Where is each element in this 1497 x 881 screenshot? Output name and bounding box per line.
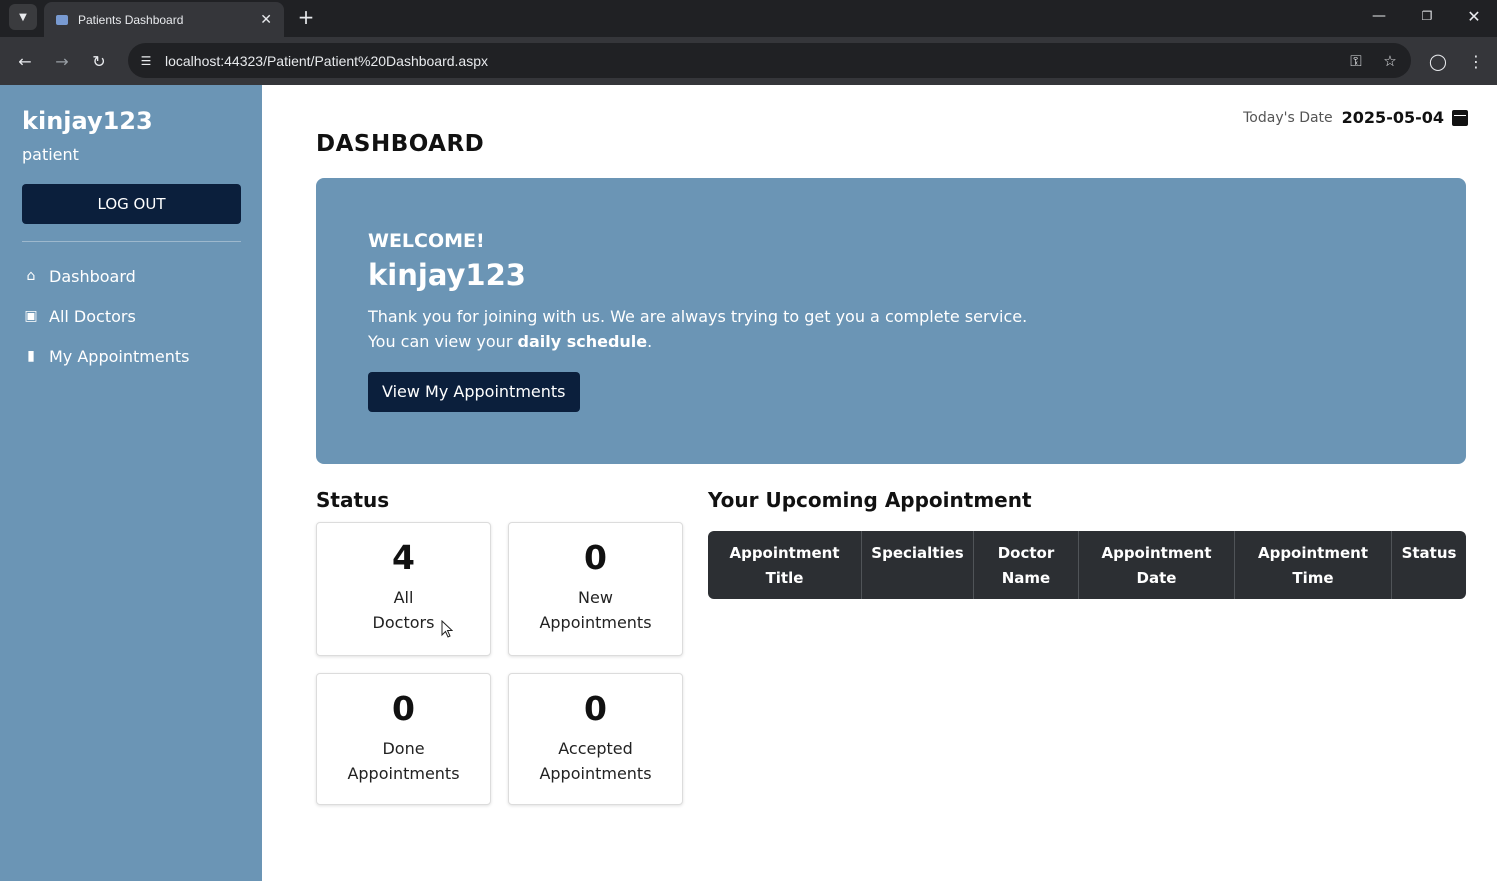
todays-date: Today's Date 2025-05-04: [1243, 108, 1468, 127]
sidebar-item-my-appointments[interactable]: ▮ My Appointments: [22, 336, 240, 376]
status-card-value: 0: [584, 689, 607, 728]
bookmark-icon: ▮: [27, 348, 35, 364]
sidebar-nav: ⌂ Dashboard ▣ All Doctors ▮ My Appointme…: [22, 256, 240, 376]
welcome-line-1: Thank you for joining with us. We are al…: [368, 307, 1028, 326]
sidebar-item-all-doctors[interactable]: ▣ All Doctors: [22, 296, 240, 336]
status-card-label: All Doctors: [372, 588, 435, 632]
kebab-menu-icon[interactable]: ⋮: [1463, 48, 1489, 74]
date-label: Today's Date: [1243, 109, 1333, 126]
status-card-accepted-appointments[interactable]: 0 Accepted Appointments: [508, 673, 683, 805]
window-close-icon[interactable]: ✕: [1456, 4, 1492, 28]
sidebar-username: kinjay123: [22, 107, 153, 135]
welcome-line-2: You can view your daily schedule.: [368, 329, 1414, 354]
star-icon[interactable]: ☆: [1377, 48, 1403, 74]
status-card-value: 4: [392, 538, 415, 577]
main-content: Today's Date 2025-05-04 DASHBOARD WELCOM…: [262, 85, 1497, 881]
calendar-icon: [1452, 109, 1468, 126]
sidebar: kinjay123 patient LOG OUT ⌂ Dashboard ▣ …: [0, 85, 262, 881]
plus-icon[interactable]: +: [296, 4, 316, 30]
sidebar-item-label: Dashboard: [49, 266, 136, 286]
sidebar-divider: [22, 241, 241, 242]
welcome-label: WELCOME!: [368, 230, 485, 252]
status-card-done-appointments[interactable]: 0 Done Appointments: [316, 673, 491, 805]
sidebar-item-dashboard[interactable]: ⌂ Dashboard: [22, 256, 240, 296]
column-header: Appointment Date: [1079, 531, 1235, 599]
briefcase-icon: ▣: [24, 308, 38, 324]
status-card-value: 0: [584, 538, 607, 577]
column-header: Appointment Time: [1235, 531, 1392, 599]
tab-title: Patients Dashboard: [78, 12, 184, 27]
minimize-icon[interactable]: —: [1361, 4, 1397, 28]
sidebar-item-label: My Appointments: [49, 346, 190, 366]
chevron-down-icon[interactable]: ▼: [9, 4, 37, 30]
status-title: Status: [316, 488, 390, 512]
mouse-cursor-icon: [441, 620, 453, 638]
upcoming-title: Your Upcoming Appointment: [708, 488, 1032, 512]
browser-toolbar: ← → ↻ ☰ localhost:44323/Patient/Patient%…: [0, 37, 1497, 85]
restore-icon[interactable]: ❐: [1409, 4, 1445, 28]
welcome-line-2-prefix: You can view your: [368, 332, 518, 351]
status-card-value: 0: [392, 689, 415, 728]
welcome-message: Thank you for joining with us. We are al…: [368, 304, 1414, 354]
url-text[interactable]: localhost:44323/Patient/Patient%20Dashbo…: [165, 53, 1343, 69]
status-card-label: Accepted Appointments: [539, 739, 652, 783]
reload-icon[interactable]: ↻: [86, 48, 112, 74]
column-header: Status: [1401, 544, 1457, 562]
key-icon[interactable]: ⚿: [1343, 48, 1369, 74]
status-card-new-appointments[interactable]: 0 New Appointments: [508, 522, 683, 656]
address-bar[interactable]: ☰ localhost:44323/Patient/Patient%20Dash…: [128, 43, 1411, 78]
sidebar-item-label: All Doctors: [49, 306, 136, 326]
column-header: Doctor Name: [974, 531, 1079, 599]
status-card-label: New Appointments: [539, 588, 652, 632]
tab-favicon-icon: [56, 14, 68, 25]
column-header: Appointment Title: [708, 531, 862, 599]
sidebar-role: patient: [22, 145, 79, 164]
status-card-label: Done Appointments: [347, 739, 460, 783]
status-card-all-doctors[interactable]: 4 All Doctors: [316, 522, 491, 656]
profile-icon[interactable]: ◯: [1425, 48, 1451, 74]
welcome-banner: WELCOME! kinjay123 Thank you for joining…: [316, 178, 1466, 464]
welcome-line-2-bold: daily schedule: [517, 332, 648, 351]
arrow-right-icon[interactable]: →: [49, 48, 75, 74]
welcome-username: kinjay123: [368, 258, 526, 292]
view-appointments-button[interactable]: View My Appointments: [368, 372, 580, 412]
logout-button[interactable]: LOG OUT: [22, 184, 241, 224]
appointments-table-header: Appointment Title Specialties Doctor Nam…: [708, 531, 1466, 599]
date-value: 2025-05-04: [1341, 108, 1444, 127]
home-icon: ⌂: [26, 268, 36, 284]
column-header: Specialties: [862, 531, 974, 599]
welcome-line-2-suffix: .: [647, 332, 653, 351]
browser-tab[interactable]: Patients Dashboard ✕: [44, 2, 284, 37]
close-icon[interactable]: ✕: [260, 12, 272, 28]
arrow-left-icon[interactable]: ←: [12, 48, 38, 74]
browser-tab-bar: ▼ Patients Dashboard ✕ + — ❐ ✕: [0, 0, 1497, 37]
page-title: DASHBOARD: [316, 131, 485, 157]
tune-icon[interactable]: ☰: [136, 51, 156, 71]
